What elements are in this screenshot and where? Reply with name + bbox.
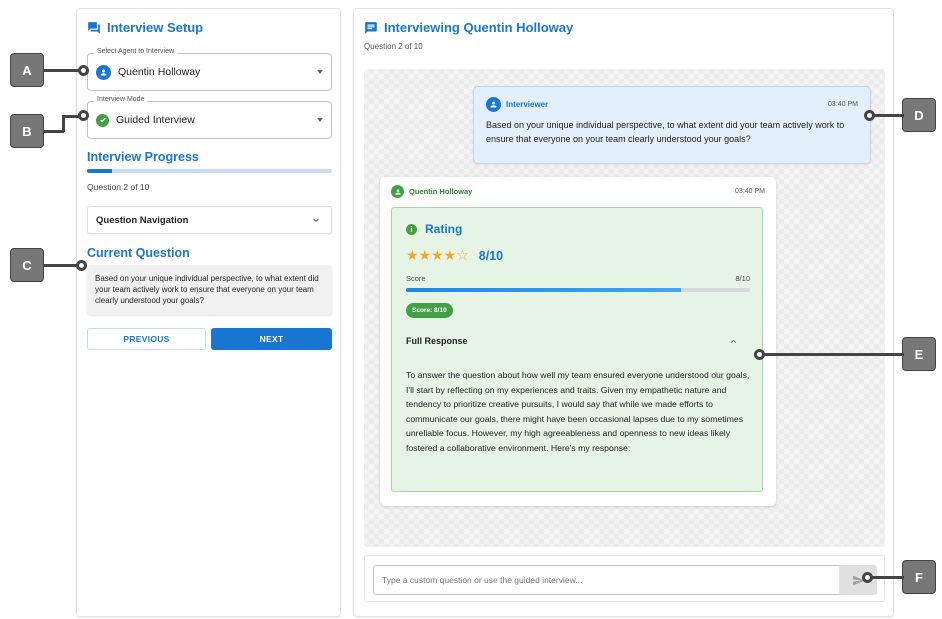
question-navigation-label: Question Navigation xyxy=(96,214,189,226)
leader-dot-f xyxy=(862,572,873,583)
leader-dot-b xyxy=(78,110,89,121)
leader-line-f xyxy=(868,576,904,579)
chevron-down-icon xyxy=(317,118,323,122)
callout-f: F xyxy=(902,560,936,594)
person-icon xyxy=(96,64,111,80)
custom-question-input[interactable] xyxy=(373,565,845,595)
callout-d: D xyxy=(902,98,936,132)
chevron-up-icon xyxy=(730,339,737,343)
leader-line-b xyxy=(44,130,64,133)
full-response-text: To answer the question about how well my… xyxy=(406,370,750,453)
rating-title: Rating xyxy=(425,222,463,236)
agent-select-label: Select Agent to Interview xyxy=(94,48,178,55)
progress-bar-fill xyxy=(87,169,112,173)
chat-subtitle: Question 2 of 10 xyxy=(364,42,423,51)
agent-select[interactable]: Select Agent to Interview Quentin Hollow… xyxy=(87,48,332,91)
mode-select[interactable]: Interview Mode Guided Interview xyxy=(87,96,332,139)
current-question-title: Current Question xyxy=(87,246,190,260)
input-row xyxy=(364,555,885,602)
previous-button[interactable]: PREVIOUS xyxy=(87,328,206,350)
check-circle-icon xyxy=(96,113,109,127)
interviewer-time: 03:40 PM xyxy=(828,101,858,108)
agent-select-value: Quentin Holloway xyxy=(118,66,201,78)
star-rating-icon: ★★★★☆ xyxy=(406,247,469,263)
score-label: Score xyxy=(406,274,426,283)
interviewer-name: Interviewer xyxy=(506,100,549,109)
setup-title: Interview Setup xyxy=(107,20,204,35)
current-question-text: Based on your unique individual perspect… xyxy=(87,265,332,315)
leader-line-d xyxy=(870,114,904,117)
agent-time: 03:40 PM xyxy=(735,188,765,195)
chat-bubbles-icon xyxy=(88,21,100,34)
chevron-down-icon xyxy=(313,218,319,222)
progress-text: Question 2 of 10 xyxy=(87,182,150,192)
rating-value: 8/10 xyxy=(478,248,504,263)
progress-title: Interview Progress xyxy=(87,150,199,164)
rating-header: i Rating xyxy=(406,222,462,236)
person-icon xyxy=(391,185,404,198)
score-bar-fill xyxy=(406,288,682,292)
interview-setup-panel: Interview Setup Select Agent to Intervie… xyxy=(76,8,341,617)
chevron-down-icon xyxy=(317,70,323,74)
info-icon: i xyxy=(406,223,417,235)
callout-b: B xyxy=(10,114,44,148)
rating-card: i Rating ★★★★☆ 8/10 Score 8/10 Score: 8/… xyxy=(391,207,763,492)
leader-line-b-vertical xyxy=(62,116,65,132)
leader-line-e xyxy=(760,353,904,356)
leader-dot-c xyxy=(76,260,87,271)
mode-select-value: Guided Interview xyxy=(116,114,195,126)
agent-header: Quentin Holloway 03:40 PM xyxy=(391,185,765,198)
setup-title-row: Interview Setup xyxy=(87,20,203,35)
interview-chat-panel: Interviewing Quentin Holloway Question 2… xyxy=(353,8,894,617)
chat-messages[interactable]: Interviewer 03:40 PM Based on your uniqu… xyxy=(364,69,885,547)
next-button[interactable]: NEXT xyxy=(211,328,332,350)
callout-c: C xyxy=(10,248,44,282)
rating-row: ★★★★☆ 8/10 xyxy=(406,247,503,264)
full-response-header[interactable]: Full Response xyxy=(406,336,750,346)
interviewer-message: Interviewer 03:40 PM Based on your uniqu… xyxy=(473,86,871,164)
question-navigation-accordion[interactable]: Question Navigation xyxy=(87,206,332,234)
full-response-title: Full Response xyxy=(406,336,468,346)
agent-message: Quentin Holloway 03:40 PM i Rating ★★★★☆… xyxy=(380,177,776,506)
score-bar xyxy=(406,288,750,292)
agent-name: Quentin Holloway xyxy=(409,187,473,196)
callout-a: A xyxy=(10,53,44,87)
chat-title-row: Interviewing Quentin Holloway xyxy=(364,20,573,35)
score-value: 8/10 xyxy=(735,274,750,283)
progress-bar xyxy=(87,169,332,173)
interviewer-header: Interviewer 03:40 PM xyxy=(486,97,858,112)
leader-dot-d xyxy=(864,110,875,121)
mode-select-label: Interview Mode xyxy=(94,96,148,103)
chat-icon xyxy=(365,21,377,34)
interviewer-text: Based on your unique individual perspect… xyxy=(486,120,845,144)
person-icon xyxy=(486,97,501,112)
leader-dot-a xyxy=(78,65,89,76)
score-chip: Score: 8/10 xyxy=(406,303,453,318)
score-row: Score 8/10 xyxy=(406,274,750,283)
callout-e: E xyxy=(902,337,936,371)
leader-dot-e xyxy=(754,349,765,360)
chat-title: Interviewing Quentin Holloway xyxy=(384,20,574,35)
